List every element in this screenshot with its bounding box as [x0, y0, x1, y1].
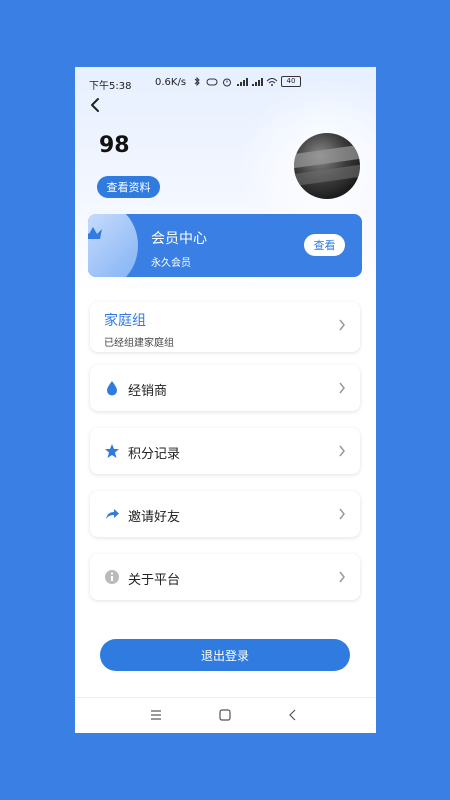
avatar[interactable] — [294, 133, 360, 199]
menu-item-dealer[interactable]: 经销商 — [90, 365, 360, 411]
menu-item-points-record[interactable]: 积分记录 — [90, 428, 360, 474]
chevron-right-icon — [339, 571, 345, 583]
signal-icon — [237, 77, 248, 86]
menu-item-invite-friends[interactable]: 邀请好友 — [90, 491, 360, 537]
drop-icon — [107, 381, 117, 396]
menu-item-about-platform[interactable]: 关于平台 — [90, 554, 360, 600]
vip-view-button[interactable]: 查看 — [304, 234, 345, 256]
family-group-title: 家庭组 — [104, 313, 146, 329]
view-profile-button[interactable]: 查看资料 — [97, 176, 160, 198]
chevron-right-icon — [339, 319, 345, 331]
alarm-icon — [223, 78, 231, 86]
menu-icon[interactable] — [149, 708, 163, 722]
status-time: 下午5:38 — [89, 81, 132, 92]
status-bar: 下午5:38 0.6K/s 40 — [75, 75, 376, 92]
home-icon[interactable] — [218, 708, 232, 722]
user-id: 98 — [99, 133, 130, 158]
bluetooth-icon — [194, 76, 200, 86]
vip-title: 会员中心 — [151, 231, 207, 247]
chevron-right-icon — [339, 508, 345, 520]
vip-subtitle: 永久会员 — [151, 258, 191, 269]
system-nav-bar — [75, 697, 376, 733]
signal-icon-2 — [252, 77, 263, 86]
menu-item-family-group[interactable]: 家庭组 已经组建家庭组 — [90, 302, 360, 352]
invite-friends-label: 邀请好友 — [128, 510, 181, 525]
info-icon — [105, 570, 119, 584]
phone-screen: 下午5:38 0.6K/s 40 98 查看资料 会员中心 永久会员 查看 家庭… — [75, 67, 376, 733]
wifi-icon — [266, 77, 278, 86]
crown-icon — [88, 227, 102, 239]
vip-badge — [88, 214, 138, 277]
nfc-icon — [206, 78, 218, 85]
chevron-right-icon — [339, 382, 345, 394]
family-group-subtitle: 已经组建家庭组 — [104, 338, 174, 349]
star-icon — [105, 444, 119, 458]
status-net-speed: 0.6K/s — [155, 77, 187, 88]
points-record-label: 积分记录 — [128, 447, 181, 462]
chevron-right-icon — [339, 445, 345, 457]
about-platform-label: 关于平台 — [128, 573, 181, 588]
battery-icon: 40 — [281, 76, 301, 87]
share-icon — [106, 509, 119, 519]
back-icon[interactable] — [286, 708, 300, 722]
dealer-label: 经销商 — [128, 384, 168, 399]
status-icons: 40 — [191, 76, 301, 87]
logout-button[interactable]: 退出登录 — [100, 639, 350, 671]
back-arrow-icon[interactable] — [87, 95, 103, 115]
vip-card[interactable]: 会员中心 永久会员 查看 — [88, 214, 362, 277]
